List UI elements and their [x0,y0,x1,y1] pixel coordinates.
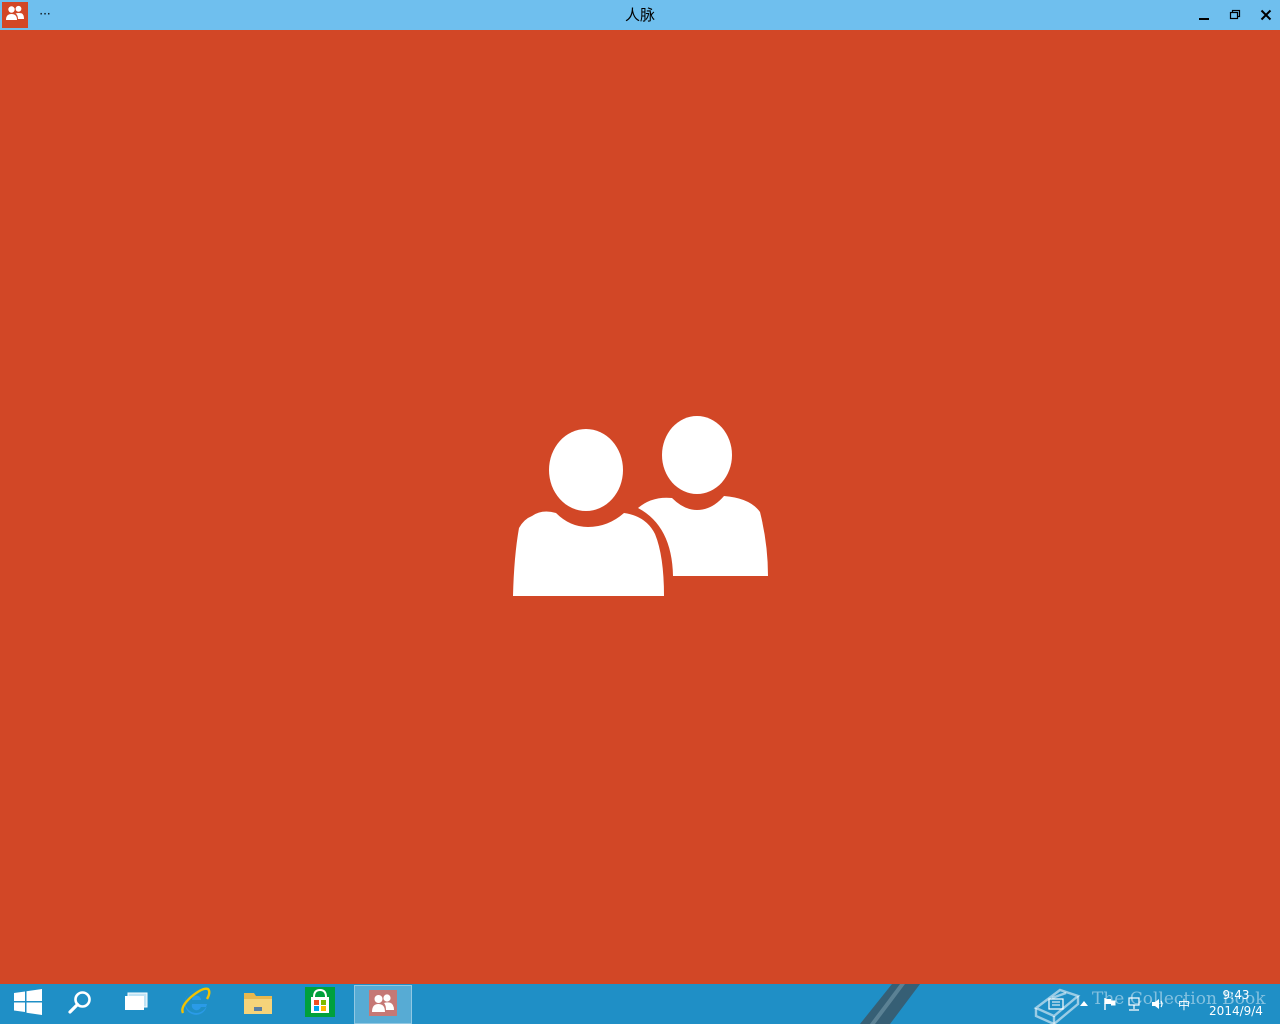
screen: ··· 人脉 The Collection Book 中 9:43 2014/9… [0,0,1280,1024]
task-view-button[interactable] [108,984,164,1024]
title-bar[interactable]: ··· 人脉 [0,0,1280,30]
search-icon [67,989,93,1019]
store-icon [305,987,335,1021]
file-explorer-button[interactable] [230,984,286,1024]
clock[interactable]: 9:43 2014/9/4 [1198,987,1274,1023]
store-button[interactable] [292,984,348,1024]
taskbar-decoration [860,984,920,1024]
taskbar: The Collection Book 中 9:43 2014/9/4 [0,984,1280,1024]
show-hidden-icons-icon[interactable] [1076,996,1092,1012]
close-icon [1260,6,1272,25]
clock-time: 9:43 [1222,988,1250,1002]
people-app-button[interactable] [354,985,412,1024]
minimize-icon [1198,6,1210,25]
input-method-indicator[interactable]: 中 [1176,996,1192,1012]
people-icon [369,989,397,1020]
clock-date: 2014/9/4 [1209,1004,1263,1018]
app-icon[interactable] [2,2,28,28]
internet-explorer-icon [180,986,212,1022]
search-button[interactable] [52,984,108,1024]
people-icon [5,5,25,25]
start-button[interactable] [0,984,56,1024]
folder-icon [242,988,274,1020]
windows-logo-icon [14,989,42,1019]
window-title: 人脉 [624,6,655,24]
volume-icon[interactable] [1150,996,1166,1012]
restore-icon [1229,6,1241,25]
flag-icon[interactable] [1102,996,1118,1012]
splash-people-icon [512,414,770,598]
task-view-icon [123,991,149,1017]
minimize-button[interactable] [1188,0,1219,30]
network-icon[interactable] [1126,996,1142,1012]
internet-explorer-button[interactable] [168,984,224,1024]
message-icon[interactable] [1048,996,1064,1012]
close-button[interactable] [1250,0,1280,30]
app-menu-button[interactable]: ··· [36,5,54,25]
restore-button[interactable] [1219,0,1250,30]
